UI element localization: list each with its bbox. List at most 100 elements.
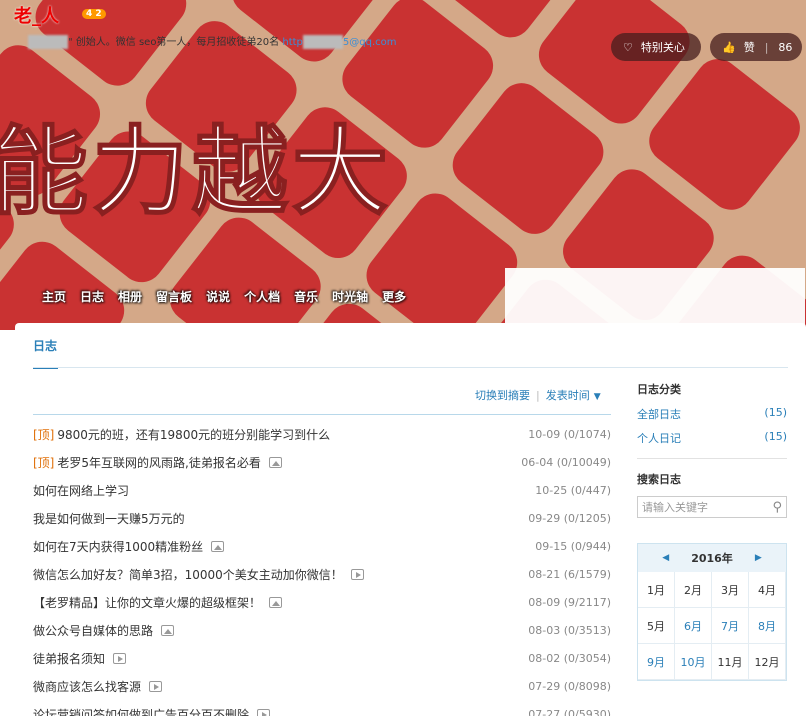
month-cell: 4月 [749,572,786,608]
post-meta: 08-09 (9/2117) [528,595,611,609]
post-title-wrap: 徒弟报名须知 [33,650,127,667]
post-title-wrap: [顶] 老罗5年互联网的风雨路,徒弟报名必看 [33,454,282,471]
like-button[interactable]: 👍 赞 | 86 [710,33,802,61]
post-title-wrap: [顶] 9800元的班，还有19800元的班分别能学习到什么 [33,426,330,443]
post-title-link[interactable]: 做公众号自媒体的思路 [33,622,153,639]
tab-blog[interactable]: 日志 [33,337,58,369]
category-count: (15) [764,406,787,419]
blog-panel: 日志 切换到摘要 | 发表时间 ▼ [顶] 9800元的班，还有19800元的班分别能学… [15,323,806,716]
search-box[interactable]: 请输入关键字 ⚲ [637,496,787,518]
month-cell[interactable]: 8月 [749,608,786,644]
month-cell: 11月 [712,644,749,680]
list-item[interactable]: 如何在7天内获得1000精准粉丝 09-15 (0/944) [33,532,611,560]
nav-item-status[interactable]: 说说 [206,288,230,305]
nav-item-more[interactable]: 更多 [382,288,406,305]
owner-name[interactable]: 老_人 [14,2,59,28]
sidebar-divider [637,458,787,459]
nav-item-profile[interactable]: 个人档 [244,288,280,305]
post-list: [顶] 9800元的班，还有19800元的班分别能学习到什么 10-09 (0/10… [33,420,611,716]
follow-label: 特别关心 [640,41,685,54]
url-suffix[interactable]: 5@qq.com [343,37,397,48]
post-meta: 09-15 (0/944) [535,539,611,553]
category-title: 日志分类 [637,383,681,396]
cover-banner: 能力越大 老_人 4 2 " 创始人。微信 seo第一人，每月招收徒弟20名 h… [0,0,806,330]
nav-item-music[interactable]: 音乐 [294,288,318,305]
vip-badge-icon[interactable]: 4 2 [82,9,106,19]
post-title-link[interactable]: 我是如何做到一天赚5万元的 [33,510,185,527]
month-grid: 1月 2月 3月 4月 5月 6月 7月 8月 9月 10月 11月 12月 [638,572,786,680]
search-icon[interactable]: ⚲ [772,500,782,515]
blurred-url [302,35,343,49]
list-item[interactable]: 微商应该怎么找客源 07-29 (0/8098) [33,672,611,700]
nav-item-timeline[interactable]: 时光轴 [332,288,368,305]
blog-sidebar: 日志分类 全部日志 (15) 个人日记 (15) 搜索日志 请输入关键字 ⚲ ◀… [637,381,787,681]
list-item[interactable]: 论坛营销问答如何做到广告百分百不删除 07-27 (0/5930) [33,700,611,716]
post-title-link[interactable]: 老罗5年互联网的风雨路,徒弟报名必看 [57,454,260,471]
post-title-wrap: 微信怎么加好友？简单3招，10000个美女主动加你微信！ [33,566,364,583]
post-title-link[interactable]: 9800元的班，还有19800元的班分别能学习到什么 [57,426,330,443]
post-title-wrap: 做公众号自媒体的思路 [33,622,175,639]
list-item[interactable]: [顶] 9800元的班，还有19800元的班分别能学习到什么 10-09 (0/10… [33,420,611,448]
category-label: 全部日志 [637,408,681,421]
category-label: 个人日记 [637,432,681,445]
caret-down-icon[interactable]: ▼ [594,392,601,402]
sort-bar: 切换到摘要 | 发表时间 ▼ [475,387,601,403]
list-item[interactable]: 微信怎么加好友？简单3招，10000个美女主动加你微信！ 08-21 (6/157… [33,560,611,588]
list-item[interactable]: 做公众号自媒体的思路 08-03 (0/3513) [33,616,611,644]
post-meta: 06-04 (0/10049) [521,455,611,469]
sort-divider: | [536,389,540,402]
post-meta: 07-27 (0/5930) [528,707,611,716]
video-icon [113,652,127,664]
post-title-wrap: 微商应该怎么找客源 [33,678,163,695]
post-title-link[interactable]: 论坛营销问答如何做到广告百分百不删除 [33,706,249,716]
month-cell[interactable]: 9月 [638,644,675,680]
nav-item-blog[interactable]: 日志 [80,288,104,305]
list-top-border [33,414,611,415]
follow-button[interactable]: ♡ 特别关心 [611,33,701,61]
heart-plus-icon: ♡ [623,40,633,54]
like-label: 赞 [743,41,755,54]
category-item-all[interactable]: 全部日志 (15) [637,406,787,430]
category-item-diary[interactable]: 个人日记 (15) [637,430,787,454]
month-cell: 12月 [749,644,786,680]
list-item[interactable]: 【老罗精品】让你的文章火爆的超级框架！ 08-09 (9/2117) [33,588,611,616]
sort-by-time-dropdown[interactable]: 发表时间 [546,389,590,402]
calendar-year: 2016年 [691,552,733,565]
tab-divider [33,367,788,368]
next-year-icon[interactable]: ▶ [755,553,762,563]
url-prefix[interactable]: http [282,37,303,48]
search-title: 搜索日志 [637,473,681,486]
list-item[interactable]: 我是如何做到一天赚5万元的 09-29 (0/1205) [33,504,611,532]
like-divider: | [764,40,769,54]
list-item[interactable]: [顶] 老罗5年互联网的风雨路,徒弟报名必看 06-04 (0/10049) [33,448,611,476]
like-count: 86 [778,40,793,54]
month-cell: 1月 [638,572,675,608]
description-text: " 创始人。微信 seo第一人，每月招收徒弟20名 [68,37,280,48]
search-input[interactable]: 请输入关键字 [642,499,708,515]
post-title-wrap: 如何在7天内获得1000精准粉丝 [33,538,225,555]
nav-item-home[interactable]: 主页 [42,288,66,305]
pinned-tag: [顶] [33,455,55,470]
post-meta: 10-09 (0/1074) [528,427,611,441]
post-title-wrap: 我是如何做到一天赚5万元的 [33,510,185,527]
month-cell[interactable]: 6月 [675,608,712,644]
month-cell[interactable]: 7月 [712,608,749,644]
month-cell[interactable]: 10月 [675,644,712,680]
post-title-link[interactable]: 如何在7天内获得1000精准粉丝 [33,538,203,555]
nav-item-album[interactable]: 相册 [118,288,142,305]
post-title-link[interactable]: 微商应该怎么找客源 [33,678,141,695]
nav-item-messageboard[interactable]: 留言板 [156,288,192,305]
post-title-link[interactable]: 微信怎么加好友？简单3招，10000个美女主动加你微信！ [33,566,343,583]
post-meta: 08-21 (6/1579) [528,567,611,581]
video-icon [257,708,271,716]
blurred-name [28,35,68,49]
switch-summary-link[interactable]: 切换到摘要 [475,389,530,402]
post-title-link[interactable]: 【老罗精品】让你的文章火爆的超级框架！ [33,594,261,611]
prev-year-icon[interactable]: ◀ [662,553,669,563]
post-meta: 07-29 (0/8098) [528,679,611,693]
post-title-wrap: 论坛营销问答如何做到广告百分百不删除 [33,706,271,716]
list-item[interactable]: 如何在网络上学习 10-25 (0/447) [33,476,611,504]
post-title-link[interactable]: 如何在网络上学习 [33,482,129,499]
post-title-link[interactable]: 徒弟报名须知 [33,650,105,667]
list-item[interactable]: 徒弟报名须知 08-02 (0/3054) [33,644,611,672]
